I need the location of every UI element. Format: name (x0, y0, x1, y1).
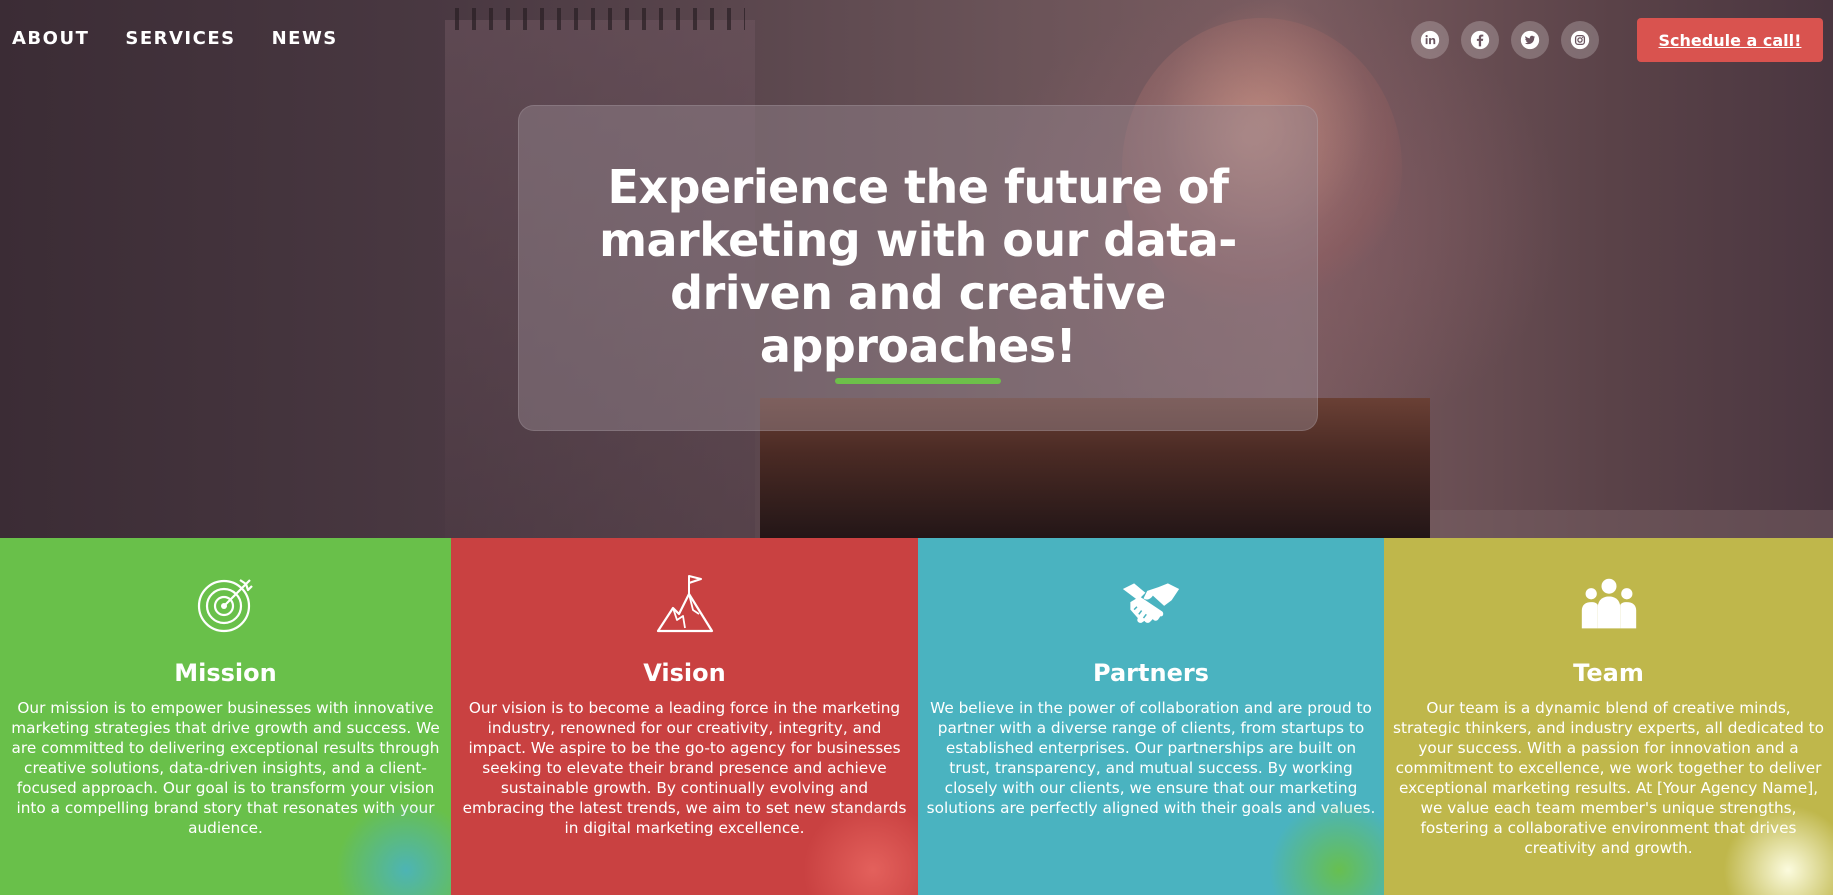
card-mission: Mission Our mission is to empower busine… (0, 538, 451, 895)
card-title: Vision (643, 659, 726, 687)
card-text: We believe in the power of collaboration… (926, 699, 1376, 817)
instagram-link[interactable] (1561, 21, 1599, 59)
card-title: Mission (174, 659, 277, 687)
hero-headline-panel: Experience the future of marketing with … (518, 105, 1318, 431)
card-partners: Partners We believe in the power of coll… (918, 538, 1384, 895)
background-notebook-spiral (455, 8, 745, 30)
twitter-link[interactable] (1511, 21, 1549, 59)
nav-link-news[interactable]: NEWS (272, 28, 338, 49)
facebook-icon (1470, 30, 1490, 50)
background-shelf (1430, 510, 1833, 538)
hero-headline: Experience the future of marketing with … (599, 160, 1237, 373)
team-icon (1581, 578, 1636, 629)
handshake-icon (1122, 583, 1180, 623)
headline-accent-underline (835, 378, 1001, 384)
card-vision: Vision Our vision is to become a leading… (451, 538, 918, 895)
schedule-call-button[interactable]: Schedule a call! (1637, 18, 1823, 62)
nav-link-about[interactable]: ABOUT (12, 28, 89, 49)
facebook-link[interactable] (1461, 21, 1499, 59)
main-nav: ABOUT SERVICES NEWS (12, 28, 338, 49)
values-cards: Mission Our mission is to empower busine… (0, 538, 1833, 895)
linkedin-link[interactable] (1411, 21, 1449, 59)
linkedin-icon (1420, 30, 1440, 50)
twitter-icon (1520, 30, 1540, 50)
card-title: Team (1573, 659, 1644, 687)
corner-glow (1254, 805, 1384, 895)
mountain-flag-icon (656, 575, 713, 633)
nav-link-services[interactable]: SERVICES (125, 28, 235, 49)
social-links (1411, 21, 1599, 59)
card-title: Partners (1093, 659, 1209, 687)
hero-section: ABOUT SERVICES NEWS Schedule a call! Exp… (0, 0, 1833, 538)
instagram-icon (1570, 30, 1590, 50)
target-icon (197, 579, 253, 633)
card-team: Team Our team is a dynamic blend of crea… (1384, 538, 1833, 895)
